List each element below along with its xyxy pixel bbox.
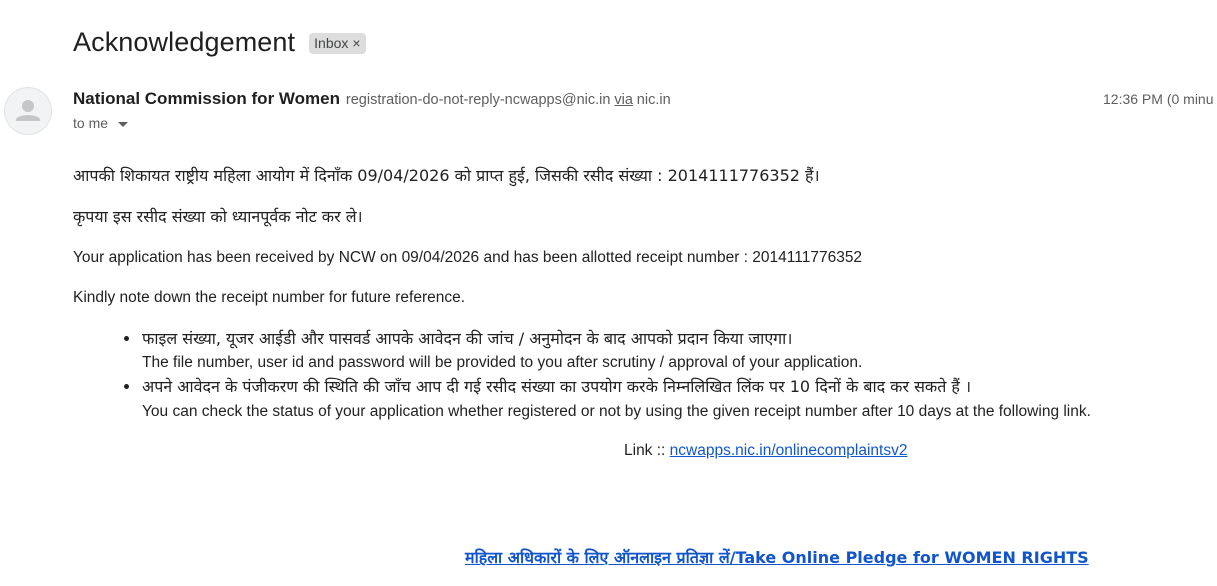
email-subject: Acknowledgement: [73, 27, 296, 57]
hindi-receipt-line: आपकी शिकायत राष्ट्रीय महिला आयोग में दिन…: [73, 166, 820, 185]
subject-row: Acknowledgement Inbox ×: [73, 27, 366, 58]
sender-row: National Commission for Women registrati…: [73, 89, 671, 109]
bullet-1-english: The file number, user id and password wi…: [142, 354, 863, 371]
person-icon: [16, 100, 40, 121]
remove-label-icon[interactable]: ×: [352, 35, 360, 51]
email-timestamp: 12:36 PM (0 minu: [1103, 91, 1214, 107]
status-check-link[interactable]: ncwapps.nic.in/onlinecomplaintsv2: [670, 442, 908, 459]
via-domain: nic.in: [636, 92, 671, 108]
bullet-dot: [124, 384, 129, 389]
bullet-2-hindi: अपने आवेदन के पंजीकरण की स्थिति की जाँच …: [142, 377, 972, 396]
bullet-dot: [124, 336, 129, 341]
recipient-row[interactable]: to me: [73, 115, 129, 131]
english-receipt-line: Your application has been received by NC…: [73, 249, 863, 266]
sender-email: registration-do-not-reply-ncwapps@nic.in: [345, 92, 611, 108]
recipient-text: to me: [73, 115, 109, 131]
pledge-link[interactable]: महिला अधिकारों के लिए ऑनलाइन प्रतिज्ञा ल…: [465, 546, 1089, 568]
label-chip-text: Inbox: [314, 35, 349, 51]
hindi-note-line: कृपया इस रसीद संख्या को ध्यानपूर्वक नोट …: [73, 207, 363, 226]
bullet-2-english: You can check the status of your applica…: [142, 403, 1091, 420]
inbox-label-chip[interactable]: Inbox ×: [309, 33, 366, 54]
sender-avatar[interactable]: [4, 87, 52, 135]
via-link[interactable]: via: [614, 92, 633, 108]
status-link-row: Link :: ncwapps.nic.in/onlinecomplaintsv…: [624, 442, 907, 460]
link-prefix: Link ::: [624, 442, 670, 459]
show-details-chevron-icon[interactable]: [118, 121, 129, 127]
bullet-1-hindi: फाइल संख्या, यूजर आईडी और पासवर्ड आपके आ…: [142, 329, 793, 348]
english-note-line: Kindly note down the receipt number for …: [73, 289, 466, 306]
sender-name[interactable]: National Commission for Women: [73, 89, 340, 108]
